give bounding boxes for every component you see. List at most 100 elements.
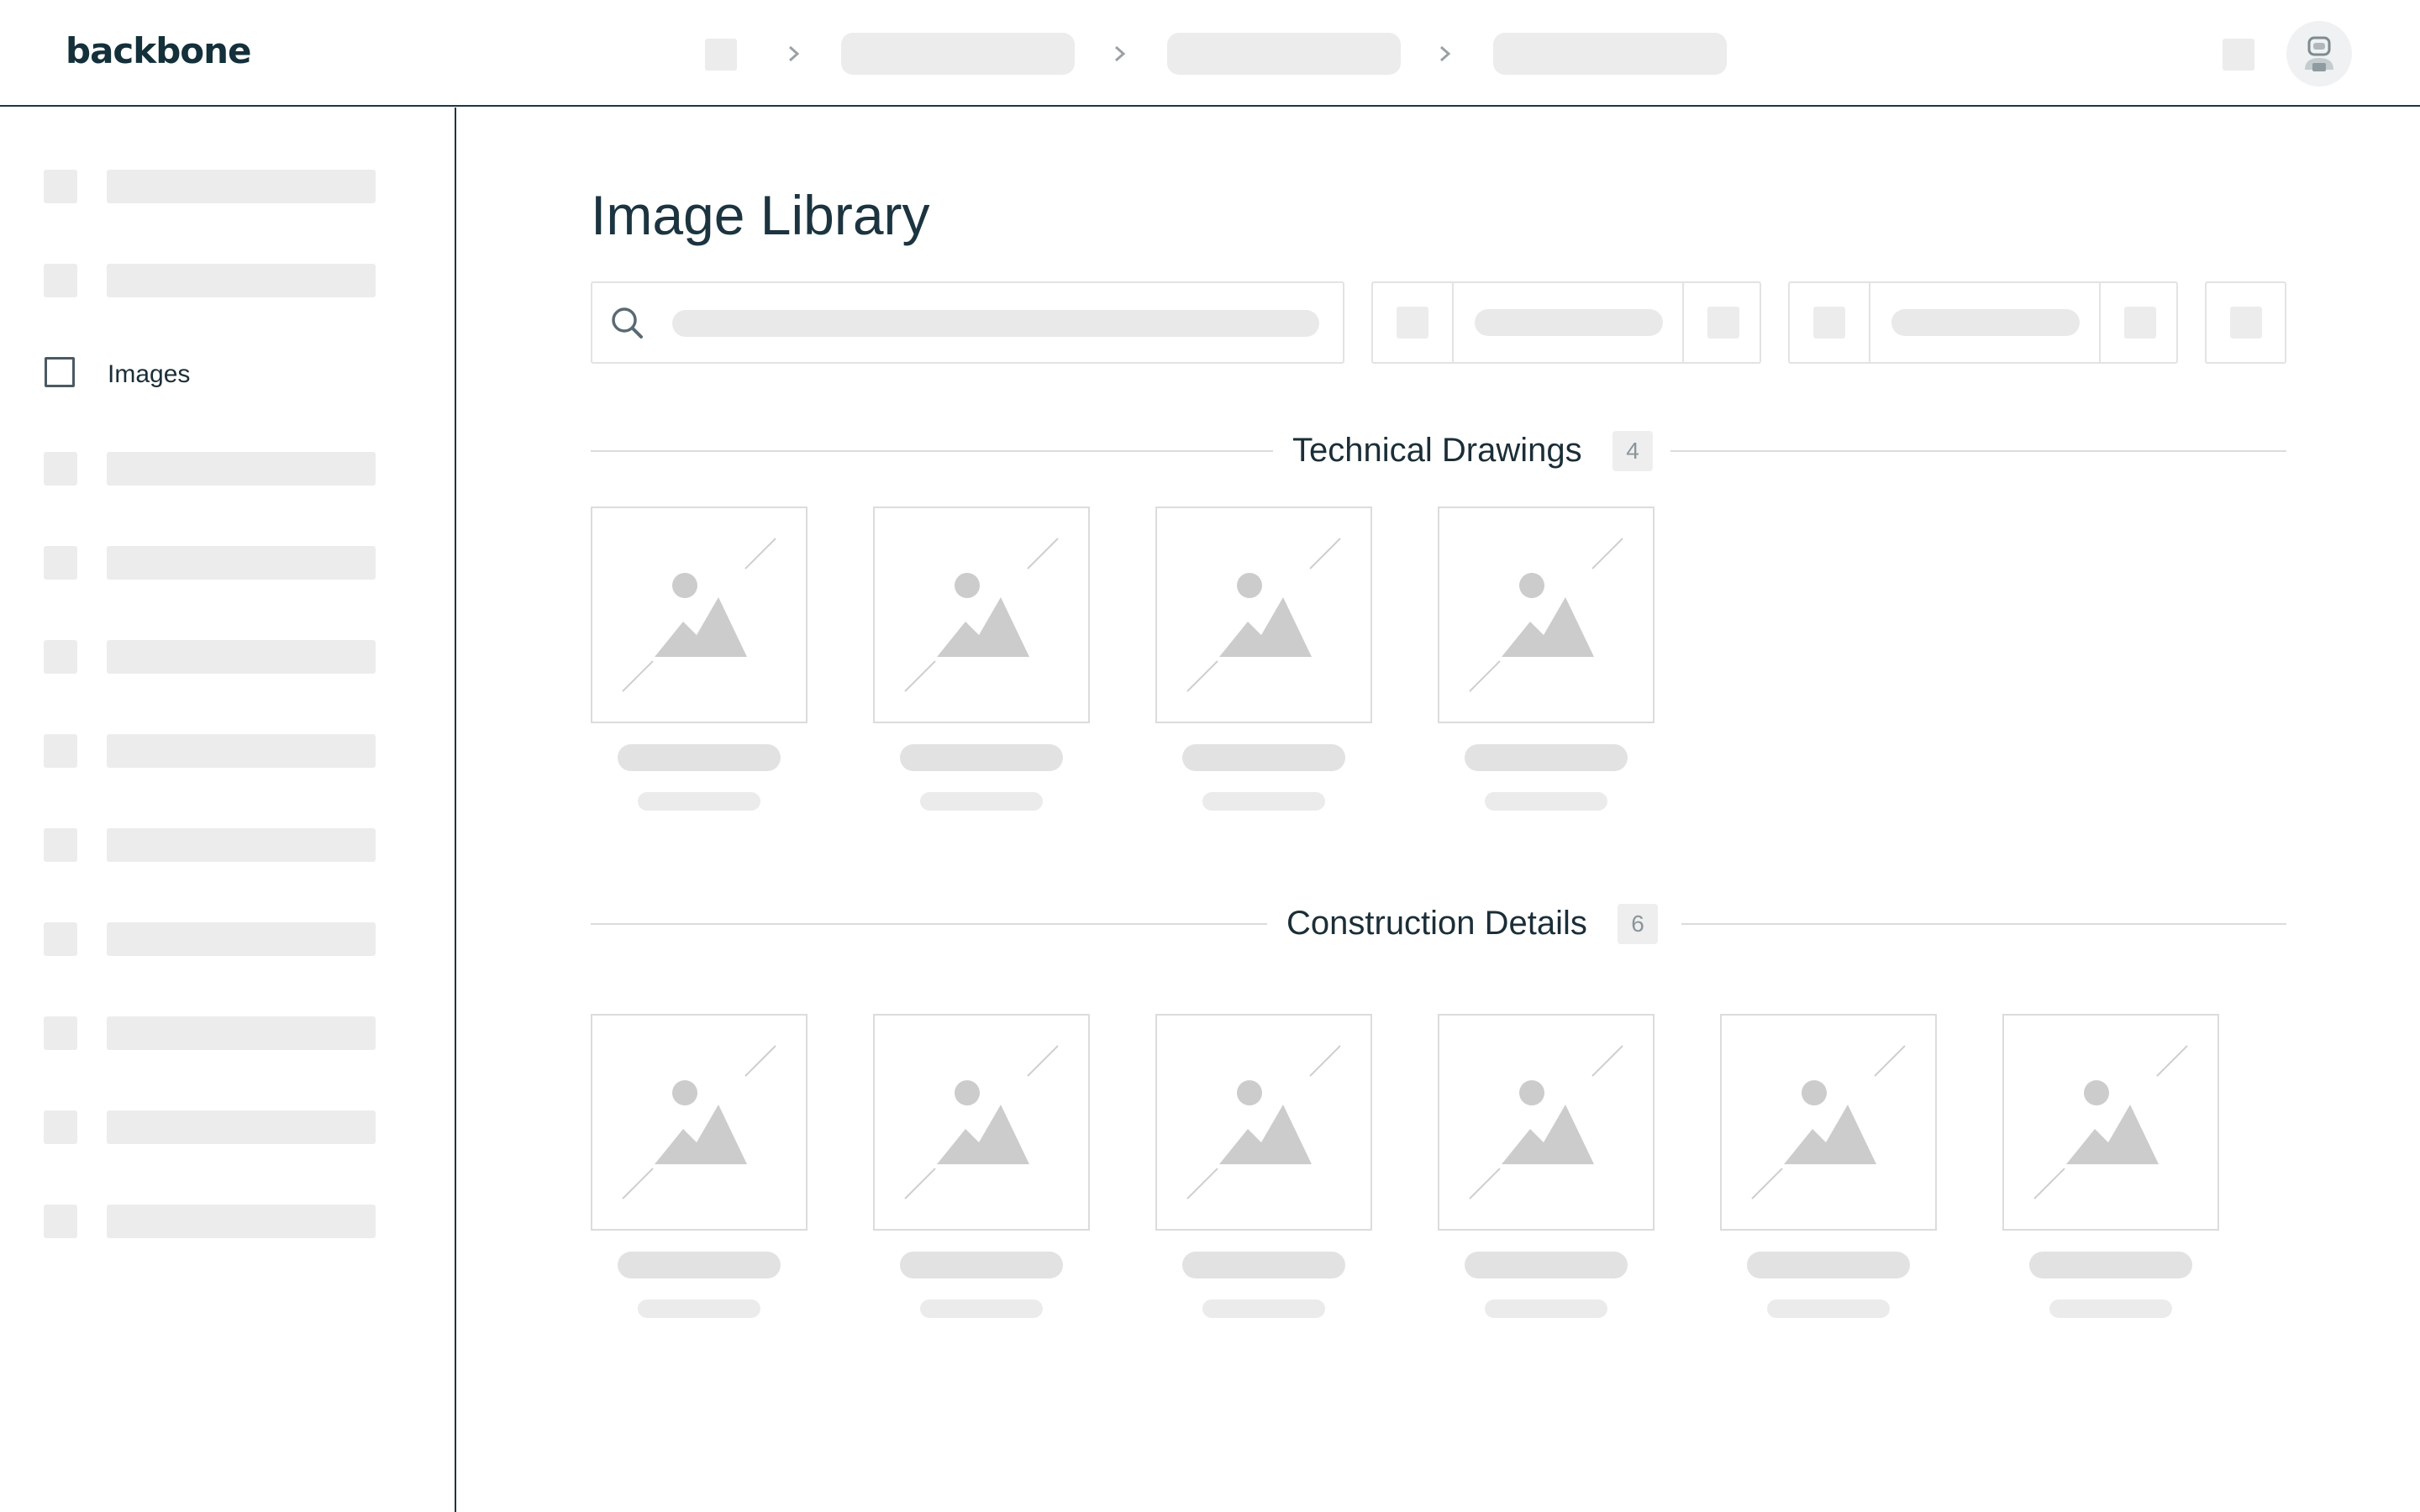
nav-icon: [44, 1016, 77, 1050]
image-card[interactable]: [591, 507, 808, 817]
sidebar-item-placeholder[interactable]: [0, 1010, 454, 1057]
filter-select[interactable]: [1452, 283, 1682, 362]
sidebar-item-placeholder[interactable]: [0, 822, 454, 869]
image-title-placeholder: [1465, 744, 1628, 771]
sort-value-placeholder: [1891, 309, 2080, 336]
image-card[interactable]: [1720, 1014, 1937, 1325]
user-avatar[interactable]: [2286, 21, 2352, 87]
nav-icon: [44, 1110, 77, 1144]
sidebar: Images: [0, 108, 456, 1512]
filter-icon: [1707, 307, 1739, 339]
nav-label-placeholder: [107, 922, 376, 956]
breadcrumb-home-icon[interactable]: [705, 39, 737, 71]
nav-label-placeholder: [107, 452, 376, 486]
sort-icon: [1813, 307, 1845, 339]
image-placeholder-icon: [2002, 1014, 2219, 1231]
sidebar-item-placeholder[interactable]: [0, 1104, 454, 1151]
image-meta-placeholder: [1767, 1299, 1890, 1318]
filter-next-button[interactable]: [1682, 283, 1761, 362]
image-meta-placeholder: [1202, 792, 1325, 811]
sidebar-item-placeholder[interactable]: [0, 1198, 454, 1245]
image-meta-placeholder: [1485, 792, 1607, 811]
sort-prev-button[interactable]: [1790, 283, 1869, 362]
nav-label-placeholder: [107, 1016, 376, 1050]
nav-icon: [44, 734, 77, 768]
image-title-placeholder: [1182, 744, 1345, 771]
sort-next-button[interactable]: [2099, 283, 2178, 362]
image-title-placeholder: [1747, 1252, 1910, 1278]
sidebar-item-images[interactable]: Images: [0, 349, 454, 396]
notification-icon[interactable]: [2223, 39, 2254, 71]
backbone-logo[interactable]: backbone: [66, 30, 252, 71]
image-card[interactable]: [1438, 507, 1655, 817]
image-card[interactable]: [1438, 1014, 1655, 1325]
image-meta-placeholder: [1485, 1299, 1607, 1318]
section-construction-details: Construction Details 6: [591, 898, 2286, 948]
filter-icon: [1397, 307, 1428, 339]
sidebar-item-label: Images: [108, 360, 191, 388]
sidebar-item-placeholder[interactable]: [0, 163, 454, 210]
image-placeholder-icon: [591, 1014, 808, 1231]
image-title-placeholder: [900, 1252, 1063, 1278]
sidebar-item-placeholder[interactable]: [0, 916, 454, 963]
sidebar-item-placeholder[interactable]: [0, 257, 454, 304]
breadcrumb-item-2[interactable]: [1167, 33, 1401, 75]
nav-icon: [44, 828, 77, 862]
view-toggle-button[interactable]: [2205, 281, 2286, 364]
section-technical-drawings: Technical Drawings 4: [591, 425, 2286, 475]
chevron-right-icon: [789, 45, 800, 62]
sidebar-item-placeholder[interactable]: [0, 633, 454, 680]
image-placeholder-icon: [1438, 1014, 1655, 1231]
sort-control: [1788, 281, 2178, 364]
search-icon: [612, 307, 643, 339]
search-input[interactable]: [591, 281, 1344, 364]
image-placeholder-icon: [873, 1014, 1090, 1231]
sidebar-item-placeholder[interactable]: [0, 539, 454, 586]
chevron-right-icon: [1115, 45, 1126, 62]
breadcrumb-item-3[interactable]: [1493, 33, 1727, 75]
image-meta-placeholder: [2049, 1299, 2172, 1318]
page-title: Image Library: [591, 184, 930, 246]
nav-icon: [44, 1205, 77, 1238]
image-title-placeholder: [1182, 1252, 1345, 1278]
image-title-placeholder: [1465, 1252, 1628, 1278]
breadcrumb-item-1[interactable]: [841, 33, 1075, 75]
image-card[interactable]: [873, 1014, 1090, 1325]
sort-select[interactable]: [1869, 283, 2099, 362]
view-icon: [2230, 307, 2262, 339]
section-divider: [591, 450, 1273, 452]
filter-value-placeholder: [1475, 309, 1663, 336]
sidebar-item-placeholder[interactable]: [0, 445, 454, 492]
image-placeholder-icon: [1155, 1014, 1372, 1231]
image-placeholder-icon: [591, 507, 808, 723]
image-card[interactable]: [2002, 1014, 2219, 1325]
nav-label-placeholder: [107, 640, 376, 674]
top-header: backbone: [0, 0, 2420, 107]
image-placeholder-icon: [1438, 507, 1655, 723]
sort-icon: [2124, 307, 2156, 339]
section-divider: [1670, 450, 2286, 452]
checkbox-icon: [45, 357, 75, 387]
filter-prev-button[interactable]: [1373, 283, 1452, 362]
image-meta-placeholder: [638, 792, 760, 811]
robot-avatar-icon: [2305, 36, 2333, 71]
image-card[interactable]: [873, 507, 1090, 817]
filter-control: [1371, 281, 1761, 364]
sidebar-item-placeholder[interactable]: [0, 727, 454, 774]
nav-label-placeholder: [107, 1205, 376, 1238]
nav-icon: [44, 264, 77, 297]
nav-icon: [44, 452, 77, 486]
image-card[interactable]: [1155, 507, 1372, 817]
image-title-placeholder: [618, 1252, 781, 1278]
nav-label-placeholder: [107, 828, 376, 862]
section-divider: [1681, 923, 2286, 925]
image-card[interactable]: [1155, 1014, 1372, 1325]
section-title: Construction Details: [1286, 905, 1587, 942]
image-meta-placeholder: [920, 1299, 1043, 1318]
section-count-badge: 4: [1612, 431, 1653, 471]
nav-icon: [44, 640, 77, 674]
nav-icon: [44, 546, 77, 580]
nav-label-placeholder: [107, 170, 376, 203]
image-card[interactable]: [591, 1014, 808, 1325]
image-title-placeholder: [618, 744, 781, 771]
